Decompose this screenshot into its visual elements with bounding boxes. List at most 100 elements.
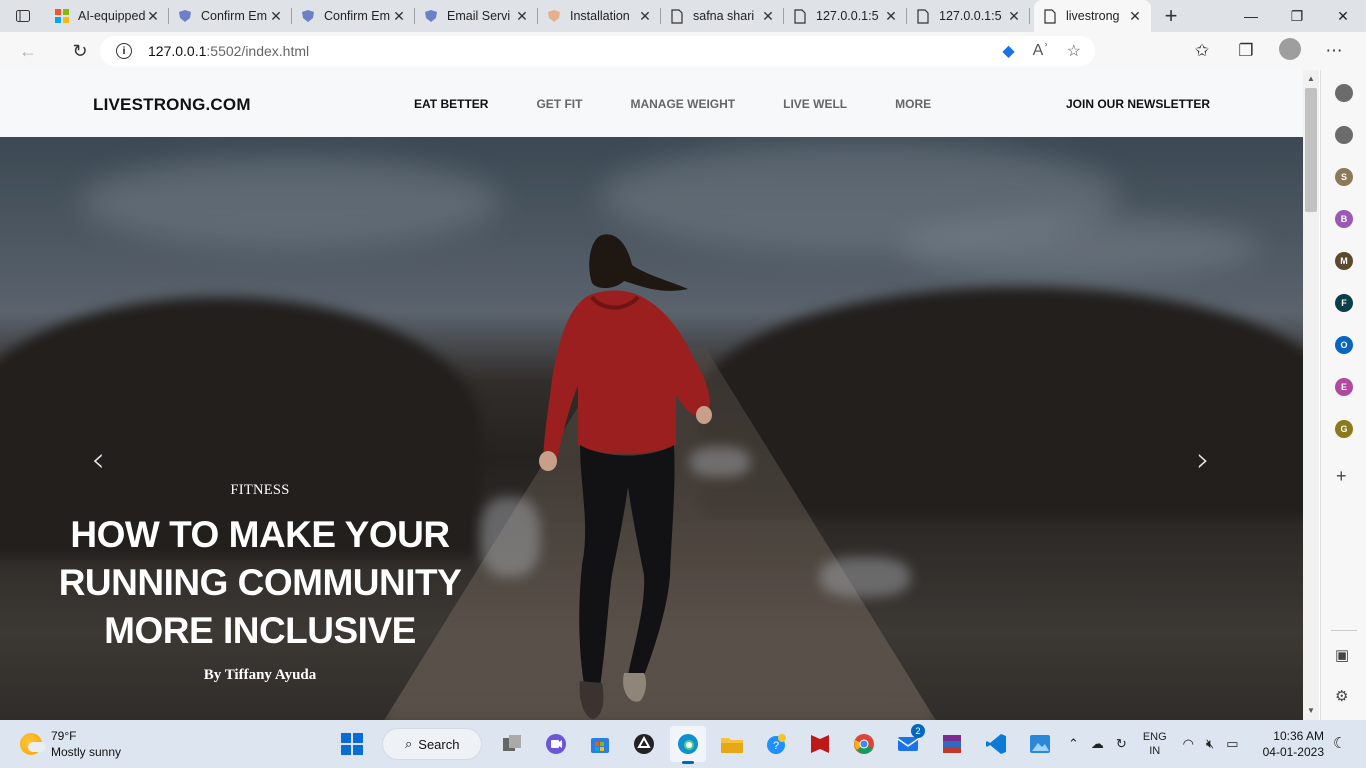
close-tab-icon[interactable]: ✕ [268,8,284,25]
sidebar-app-icon[interactable]: G [1335,420,1353,438]
address-bar[interactable]: i 127.0.0.1:5502/index.html ◆ Aʾ ☆ [100,36,1095,66]
wifi-icon[interactable]: ◠ [1183,736,1194,752]
file-explorer-icon[interactable] [714,726,750,762]
tips-icon[interactable]: ? [758,726,794,762]
volume-muted-icon[interactable]: 🔇︎ [1206,736,1214,752]
shopping-tag-icon[interactable]: ◆ [1002,41,1014,61]
browser-tab[interactable]: livestrong ✕ [1034,0,1151,32]
taskbar-search[interactable]: ⌕ Search [382,728,482,760]
nav-live-well[interactable]: LIVE WELL [783,97,847,111]
winrar-icon[interactable] [934,726,970,762]
taskbar-apps: ⌕ Search ? 2 [330,724,1062,764]
hide-sidebar-icon[interactable]: ▣ [1335,646,1349,664]
language-line2: IN [1149,745,1161,757]
new-tab-button[interactable]: + [1153,3,1189,29]
close-tab-icon[interactable]: ✕ [1006,8,1022,25]
tray-overflow-icon[interactable]: ⌃ [1068,736,1079,752]
settings-gear-icon[interactable]: ⚙ [1335,687,1348,705]
avatar [1279,37,1301,60]
add-app-icon[interactable]: + [1336,466,1347,487]
back-button[interactable]: ← [8,32,48,70]
article-category[interactable]: FITNESS [40,482,480,499]
site-logo[interactable]: LIVESTRONG.COM [93,95,251,115]
sidebar-app-icon[interactable]: B [1335,210,1353,228]
tab-title: Confirm Em [324,9,390,23]
close-tab-icon[interactable]: ✕ [145,8,161,25]
page-scrollbar[interactable]: ▲ ▼ [1303,70,1319,720]
sidebar-app-icon[interactable]: E [1335,378,1353,396]
weather-widget[interactable]: 79°F Mostly sunny [20,728,121,760]
vscode-icon[interactable] [978,726,1014,762]
nav-eat-better[interactable]: EAT BETTER [414,97,488,111]
shield-icon [423,8,439,24]
read-aloud-icon[interactable]: Aʾ [1033,42,1049,60]
close-tab-icon[interactable]: ✕ [391,8,407,25]
sidebar-app-icon[interactable]: F [1335,294,1353,312]
onedrive-icon[interactable]: ☁ [1091,736,1104,752]
start-button[interactable] [334,726,370,762]
sidebar-app-icon[interactable] [1335,84,1353,102]
chat-icon[interactable] [538,726,574,762]
page-icon [669,8,685,24]
browser-tab[interactable]: Email Servi ✕ [415,0,538,32]
scroll-up-icon[interactable]: ▲ [1303,72,1319,86]
nav-more[interactable]: MORE [895,97,931,111]
browser-tab[interactable]: 127.0.0.1:5 ✕ [784,0,907,32]
sync-icon[interactable]: ↻ [1116,736,1127,752]
tab-title: Confirm Em [201,9,267,23]
nav-manage-weight[interactable]: MANAGE WEIGHT [630,97,735,111]
sidebar-app-icon[interactable] [1335,126,1353,144]
profile-button[interactable] [1268,37,1312,65]
clock[interactable]: 10:36 AM 04-01-2023 [1258,728,1324,760]
notification-icon[interactable]: ☾ [1333,734,1346,752]
scroll-thumb[interactable] [1305,88,1317,212]
mcafee-icon[interactable] [802,726,838,762]
browser-tab[interactable]: Confirm Em ✕ [292,0,415,32]
browser-tab[interactable]: Confirm Em ✕ [169,0,292,32]
browser-tab[interactable]: safna shari ✕ [661,0,784,32]
task-view-icon[interactable] [494,726,530,762]
close-tab-icon[interactable]: ✕ [514,8,530,25]
sidebar-app-icon[interactable]: S [1335,168,1353,186]
maximize-button[interactable]: ❐ [1274,0,1320,32]
collections-icon[interactable]: ❐ [1224,41,1268,61]
vpn-icon[interactable] [626,726,662,762]
close-tab-icon[interactable]: ✕ [883,8,899,25]
weather-desc: Mostly sunny [51,745,122,759]
mail-icon[interactable]: 2 [890,724,926,762]
edge-browser-icon[interactable] [670,726,706,764]
close-tab-icon[interactable]: ✕ [760,8,776,25]
minimize-button[interactable]: — [1228,0,1274,32]
language-indicator[interactable]: ENG IN [1143,730,1167,758]
tab-actions-button[interactable] [0,0,46,32]
favorites-icon[interactable]: ✩ [1180,41,1224,61]
microsoft-icon [54,8,70,24]
more-menu-icon[interactable]: ⋯ [1312,41,1356,61]
runner-figure [539,234,712,719]
photos-icon[interactable] [1022,726,1058,762]
carousel-prev-button[interactable]: ‹ [86,442,110,478]
browser-tab[interactable]: 127.0.0.1:5 ✕ [907,0,1030,32]
article-headline[interactable]: HOW TO MAKE YOUR RUNNING COMMUNITY MORE … [40,511,480,655]
close-window-button[interactable]: ✕ [1320,0,1366,32]
carousel-next-button[interactable]: › [1191,442,1215,478]
site-header: LIVESTRONG.COM EAT BETTER GET FIT MANAGE… [0,70,1303,137]
store-icon[interactable] [582,726,618,762]
chrome-icon[interactable] [846,726,882,762]
tab-title: 127.0.0.1:5 [816,9,879,23]
scroll-down-icon[interactable]: ▼ [1303,704,1319,718]
sidebar-app-icon[interactable]: M [1335,252,1353,270]
battery-icon[interactable]: ▭ [1226,736,1238,752]
refresh-button[interactable]: ↻ [60,32,100,70]
add-favorite-icon[interactable]: ☆ [1067,41,1081,61]
window-controls: — ❐ ✕ [1228,0,1366,32]
site-info-icon[interactable]: i [116,43,132,59]
nav-get-fit[interactable]: GET FIT [536,97,582,111]
newsletter-link[interactable]: JOIN OUR NEWSLETTER [1066,97,1210,111]
browser-tab[interactable]: Installation ✕ [538,0,661,32]
close-tab-icon[interactable]: ✕ [637,8,653,25]
close-tab-icon[interactable]: ✕ [1127,8,1143,25]
browser-tab[interactable]: AI-equipped ✕ [46,0,169,32]
sidebar-app-icon[interactable]: O [1335,336,1353,354]
mail-badge: 2 [911,724,925,738]
